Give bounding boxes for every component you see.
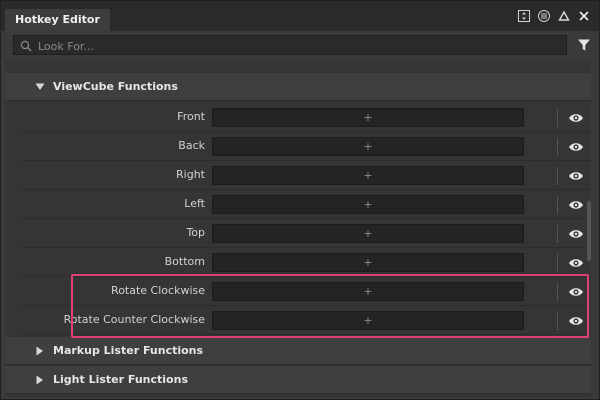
hotkey-row: Left +: [21, 191, 591, 219]
hotkey-list[interactable]: ViewCube Functions Front + Back + Right …: [5, 61, 591, 397]
hotkey-field[interactable]: +: [212, 108, 524, 127]
hotkey-row: Back +: [21, 133, 591, 161]
menu-button[interactable]: [537, 9, 551, 23]
hotkey-field[interactable]: +: [212, 224, 524, 243]
divider: [557, 254, 558, 272]
group-label: Markup Lister Functions: [53, 344, 204, 357]
row-label: Rotate Counter Clockwise: [63, 313, 205, 326]
row-label: Rotate Clockwise: [111, 284, 205, 297]
hotkey-field[interactable]: +: [212, 137, 524, 156]
caret-right-icon: [33, 375, 47, 385]
eye-icon[interactable]: [568, 257, 584, 269]
title-actions: [517, 9, 591, 23]
hotkey-row: Rotate Clockwise +: [21, 278, 591, 306]
divider: [557, 167, 558, 185]
eye-icon[interactable]: [568, 199, 584, 211]
eye-icon[interactable]: [568, 141, 584, 153]
caret-down-icon: [33, 83, 47, 91]
search-input[interactable]: [38, 38, 558, 54]
row-label: Front: [177, 110, 205, 123]
eye-icon[interactable]: [568, 228, 584, 240]
search-icon: [20, 40, 32, 52]
hotkey-field[interactable]: +: [212, 166, 524, 185]
triangle-up-icon: [558, 10, 570, 21]
divider: [557, 109, 558, 127]
divider: [557, 138, 558, 156]
row-label: Left: [184, 197, 205, 210]
eye-icon[interactable]: [568, 170, 584, 182]
hotkey-field[interactable]: +: [212, 195, 524, 214]
window-title-tab[interactable]: Hotkey Editor: [5, 9, 110, 31]
expand-collapse-button[interactable]: [517, 9, 531, 23]
row-label: Top: [186, 226, 205, 239]
menu-icon: [538, 10, 550, 22]
divider: [557, 312, 558, 330]
hotkey-row: Front +: [21, 104, 591, 132]
search-row: [9, 35, 593, 55]
group-label: ViewCube Functions: [53, 80, 178, 93]
close-button[interactable]: [577, 9, 591, 23]
title-bar: Hotkey Editor: [1, 1, 599, 31]
close-icon: [579, 11, 589, 21]
hotkey-field[interactable]: +: [212, 282, 524, 301]
divider: [557, 225, 558, 243]
caret-right-icon: [33, 346, 47, 356]
hotkey-row: Bottom +: [21, 249, 591, 277]
scrollbar-thumb[interactable]: [587, 201, 591, 261]
group-header-viewcube[interactable]: ViewCube Functions: [5, 73, 591, 101]
row-label: Back: [178, 139, 205, 152]
eye-icon[interactable]: [568, 315, 584, 327]
group-header-markup-lister[interactable]: Markup Lister Functions: [5, 337, 591, 365]
filter-icon: [578, 39, 590, 51]
hotkey-field[interactable]: +: [212, 253, 524, 272]
filter-button[interactable]: [575, 36, 593, 54]
eye-icon[interactable]: [568, 286, 584, 298]
group-label: Light Lister Functions: [53, 373, 188, 386]
hotkey-row: Top +: [21, 220, 591, 248]
eye-icon[interactable]: [568, 112, 584, 124]
row-label: Right: [176, 168, 205, 181]
hotkey-row: Rotate Counter Clockwise +: [21, 307, 591, 335]
row-label: Bottom: [164, 255, 205, 268]
hotkey-field[interactable]: +: [212, 311, 524, 330]
minimize-button[interactable]: [557, 9, 571, 23]
expand-vertical-icon: [518, 10, 530, 22]
hotkey-editor-window: Hotkey Editor Look For... ViewCube Funct…: [0, 0, 600, 400]
search-box: [13, 35, 567, 55]
divider: [557, 283, 558, 301]
group-header-light-lister[interactable]: Light Lister Functions: [5, 366, 591, 394]
divider: [557, 196, 558, 214]
hotkey-row: Right +: [21, 162, 591, 190]
